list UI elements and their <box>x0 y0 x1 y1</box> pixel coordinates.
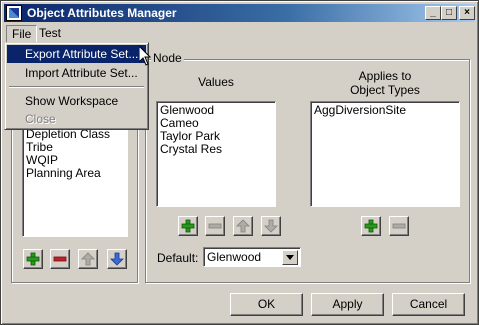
add-value-button[interactable] <box>178 216 198 236</box>
down-arrow-icon <box>110 252 124 266</box>
remove-object-type-button[interactable] <box>389 216 409 236</box>
title-bar[interactable]: Object Attributes Manager _ □ × <box>4 4 475 22</box>
add-icon <box>364 219 378 233</box>
menu-file[interactable]: File <box>6 25 38 43</box>
default-select-value: Glenwood <box>207 250 262 264</box>
up-arrow-icon <box>81 252 95 266</box>
up-arrow-icon <box>236 219 250 233</box>
values-header: Values <box>198 75 234 89</box>
list-item[interactable]: AggDiversionSite <box>311 104 459 117</box>
menu-bar: File Test <box>4 23 475 43</box>
file-menu-dropdown: Export Attribute Set... Import Attribute… <box>4 42 149 130</box>
down-arrow-icon <box>264 219 278 233</box>
remove-icon <box>208 223 222 229</box>
values-list[interactable]: Glenwood Cameo Taylor Park Crystal Res <box>156 101 276 207</box>
mouse-cursor-icon <box>138 44 152 69</box>
close-button[interactable]: × <box>459 6 475 20</box>
ok-button[interactable]: OK <box>230 293 303 316</box>
move-down-button[interactable] <box>107 249 127 269</box>
chevron-down-icon <box>286 255 294 260</box>
app-icon <box>6 5 22 21</box>
move-up-button[interactable] <box>78 249 98 269</box>
attribute-list[interactable]: Depletion Class Tribe WQIP Planning Area <box>22 119 128 237</box>
default-select[interactable]: Glenwood <box>203 247 301 267</box>
menu-item-import-attribute-set[interactable]: Import Attribute Set... <box>7 64 146 82</box>
applies-to-header-line1: Applies to <box>358 69 412 83</box>
menu-item-show-workspace[interactable]: Show Workspace <box>7 92 146 110</box>
list-item[interactable]: Crystal Res <box>157 143 275 156</box>
applies-to-header-line2: Object Types <box>350 83 420 97</box>
cancel-button[interactable]: Cancel <box>392 293 465 316</box>
minimize-button[interactable]: _ <box>425 6 441 20</box>
remove-value-button[interactable] <box>205 216 225 236</box>
move-value-up-button[interactable] <box>233 216 253 236</box>
apply-button[interactable]: Apply <box>311 293 384 316</box>
add-object-type-button[interactable] <box>361 216 381 236</box>
remove-icon <box>53 256 67 262</box>
default-label: Default: <box>157 251 199 265</box>
remove-icon <box>392 223 406 229</box>
remove-attribute-button[interactable] <box>50 249 70 269</box>
menu-separator <box>9 86 144 88</box>
add-icon <box>181 219 195 233</box>
group-label: Node <box>151 51 184 65</box>
maximize-button[interactable]: □ <box>441 6 457 20</box>
menu-item-close: Close <box>25 112 56 126</box>
menu-test[interactable]: Test <box>34 25 66 41</box>
add-icon <box>26 252 40 266</box>
menu-item-export-attribute-set[interactable]: Export Attribute Set... <box>7 45 146 63</box>
dropdown-arrow-button[interactable] <box>282 250 298 265</box>
list-item[interactable]: Planning Area <box>23 167 127 180</box>
move-value-down-button[interactable] <box>261 216 281 236</box>
object-types-list[interactable]: AggDiversionSite <box>310 101 460 207</box>
add-attribute-button[interactable] <box>23 249 43 269</box>
dialog-window: Object Attributes Manager _ □ × File Tes… <box>0 0 479 325</box>
window-title: Object Attributes Manager <box>27 6 177 20</box>
